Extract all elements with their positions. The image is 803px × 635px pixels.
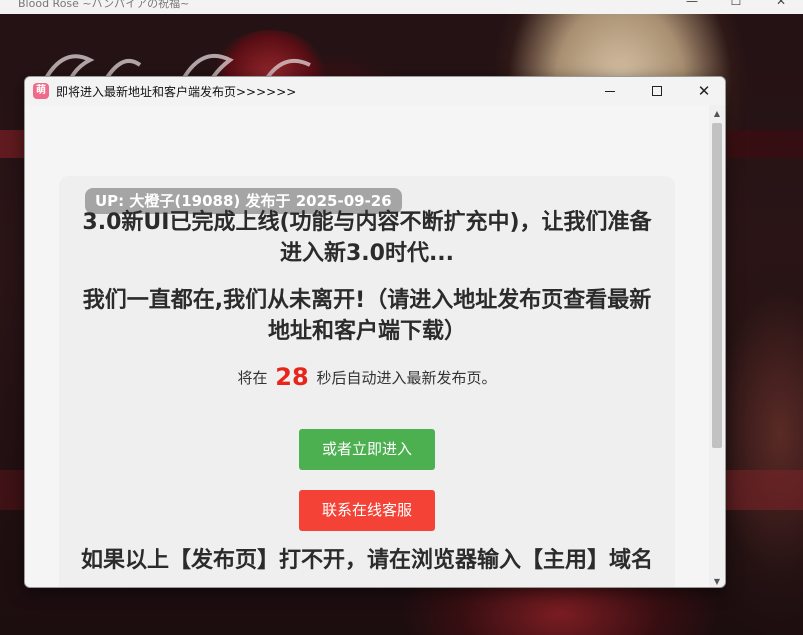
popup-title: 即将进入最新地址和客户端发布页>>>>>> [56,85,297,99]
close-button[interactable]: ✕ [681,77,725,105]
background-window-titlebar: Blood Rose ~バンパイアの祝福~ — ☐ ✕ [0,0,803,14]
countdown-seconds: 28 [275,363,309,391]
enter-now-button[interactable]: 或者立即进入 [299,429,435,470]
app-logo-icon: 萌 [33,83,49,99]
maximize-icon [652,86,662,96]
countdown-text: 将在 28 秒后自动进入最新发布页。 [79,363,655,391]
headline-fallback-domain: 如果以上【发布页】打不开，请在浏览器输入【主用】域名 [80,548,653,573]
popup-titlebar[interactable]: 萌 即将进入最新地址和客户端发布页>>>>>> ✕ [25,77,725,105]
scroll-up-arrow-icon[interactable]: ▲ [712,109,722,119]
background-minimize-button[interactable]: — [677,0,707,12]
popup-content-area: UP: 大橙子(19088) 发布于 2025-09-26 3.0新UI已完成上… [25,105,711,587]
contact-support-button[interactable]: 联系在线客服 [299,490,435,531]
scrollbar-thumb[interactable] [712,123,722,448]
countdown-prefix: 将在 [237,369,268,387]
background-maximize-button[interactable]: ☐ [721,0,751,12]
background-window-title: Blood Rose ~バンパイアの祝福~ [18,0,190,10]
maximize-button[interactable] [634,77,680,105]
vertical-scrollbar[interactable]: ▲ ▼ [709,105,725,587]
popup-window: 萌 即将进入最新地址和客户端发布页>>>>>> ✕ UP: 大橙子(19088)… [24,76,726,588]
headline-new-ui: 3.0新UI已完成上线(功能与内容不断扩充中)，让我们准备进入新3.0时代... [82,210,652,266]
minimize-button[interactable] [587,77,633,105]
headline-always-here: 我们一直都在,我们从未离开!（请进入地址发布页查看最新地址和客户端下载） [82,288,652,344]
countdown-suffix: 秒后自动进入最新发布页。 [316,369,497,387]
scroll-down-arrow-icon[interactable]: ▼ [712,577,722,587]
background-close-button[interactable]: ✕ [766,0,796,12]
minimize-icon [605,90,615,92]
close-icon: ✕ [697,81,711,100]
